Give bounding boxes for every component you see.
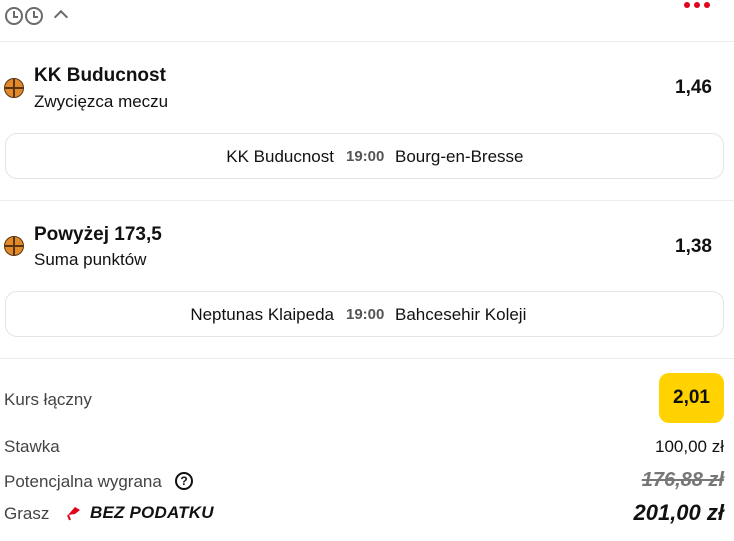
tax-free-badge: BEZ PODATKU — [90, 503, 214, 522]
divider — [0, 358, 734, 359]
potential-win-new: 201,00 zł — [633, 500, 724, 525]
basketball-icon — [4, 236, 24, 256]
more-options-icon[interactable] — [684, 2, 714, 12]
bet-odds[interactable]: 1,46 — [675, 77, 712, 99]
chevron-up-icon[interactable] — [53, 9, 69, 25]
away-team: Bahcesehir Koleji — [395, 305, 527, 324]
home-team: Neptunas Klaipeda — [190, 305, 334, 324]
match-time: 19:00 — [346, 148, 385, 165]
basketball-icon — [4, 78, 24, 98]
home-team: KK Buducnost — [226, 147, 334, 166]
bet-odds[interactable]: 1,38 — [675, 236, 712, 258]
away-team: Bourg-en-Bresse — [395, 147, 524, 166]
help-icon[interactable]: ? — [175, 472, 193, 490]
total-odds-badge: 2,01 — [659, 373, 724, 423]
divider — [0, 200, 734, 201]
bet-selection: Powyżej 173,5 — [34, 224, 162, 245]
match-info[interactable]: KK Buducnost 19:00 Bourg-en-Bresse — [5, 133, 724, 179]
betslip-header — [0, 0, 734, 42]
total-odds-label: Kurs łączny — [4, 390, 92, 409]
potential-win-old: 176,88 zł — [641, 469, 724, 491]
bet-selection: KK Buducnost — [34, 65, 166, 86]
stake-value[interactable]: 100,00 zł — [655, 437, 724, 457]
play-label: Grasz — [4, 504, 50, 523]
match-info[interactable]: Neptunas Klaipeda 19:00 Bahcesehir Kolej… — [5, 291, 724, 337]
bet-market: Suma punktów — [34, 250, 147, 269]
potential-win-label: Potencjalna wygrana — [4, 472, 162, 491]
match-time: 19:00 — [346, 306, 385, 323]
clock-icon[interactable] — [25, 7, 43, 25]
stake-label: Stawka — [4, 437, 60, 456]
bet-market: Zwycięzca meczu — [34, 92, 169, 111]
clock-icon[interactable] — [5, 7, 23, 25]
tax-free-icon — [67, 507, 80, 521]
